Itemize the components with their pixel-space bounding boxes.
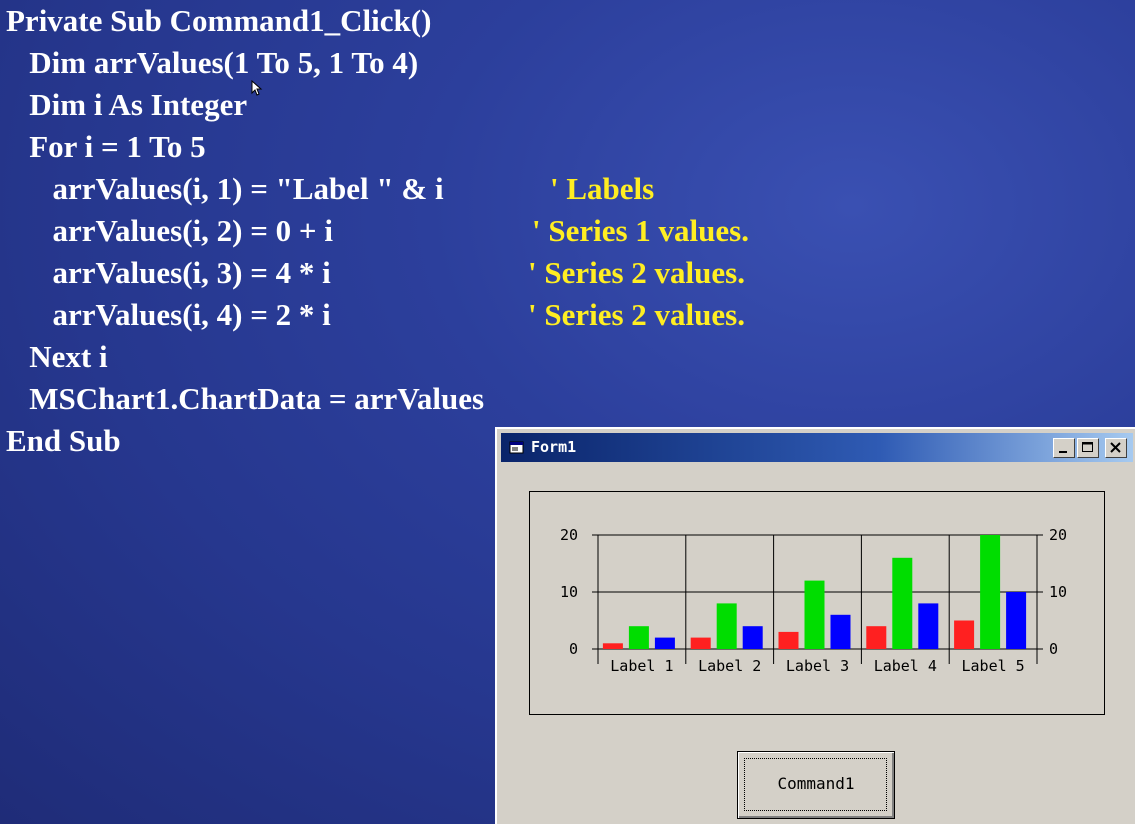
code-text: arrValues(i, 3) = 4 * i xyxy=(6,255,331,290)
form-window: Form1 0 0 10 10 20 20 Label 1 Label 2 Label 3 Lab… xyxy=(495,427,1135,824)
bar xyxy=(830,614,851,649)
form-title: Form1 xyxy=(531,438,577,456)
y-tick-label-right: 0 xyxy=(1049,640,1058,658)
code-line: For i = 1 To 5 xyxy=(6,126,205,168)
code-comment: ' Series 2 values. xyxy=(528,297,745,332)
x-tick-label: Label 1 xyxy=(610,657,673,675)
mouse-cursor-icon xyxy=(251,80,263,96)
code-text: Private Sub Command1_Click() xyxy=(6,3,432,38)
code-line: Dim arrValues(1 To 5, 1 To 4) xyxy=(6,42,418,84)
bar xyxy=(918,603,939,649)
code-text: arrValues(i, 1) = "Label " & i xyxy=(6,171,444,206)
close-icon xyxy=(1110,442,1121,453)
y-tick-label-left: 10 xyxy=(560,583,578,601)
x-tick-label: Label 2 xyxy=(698,657,761,675)
title-bar[interactable]: Form1 xyxy=(501,433,1133,462)
bar xyxy=(866,626,887,649)
bar xyxy=(980,535,1001,649)
code-text: Dim arrValues(1 To 5, 1 To 4) xyxy=(6,45,419,80)
bar xyxy=(628,626,649,649)
code-line: MSChart1.ChartData = arrValues xyxy=(6,378,484,420)
code-line: Dim i As Integer xyxy=(6,84,247,126)
close-button[interactable] xyxy=(1105,438,1127,458)
code-text: Next i xyxy=(6,339,108,374)
bar xyxy=(778,631,799,649)
maximize-icon xyxy=(1082,442,1093,452)
bar xyxy=(954,620,975,649)
code-line: End Sub xyxy=(6,420,121,462)
code-line: arrValues(i, 3) = 4 * i ' Series 2 value… xyxy=(6,252,746,294)
command1-label: Command1 xyxy=(777,774,855,793)
y-tick-label-right: 20 xyxy=(1049,526,1067,544)
code-text: For i = 1 To 5 xyxy=(6,129,206,164)
code-comment: ' Labels xyxy=(550,171,655,206)
bar-chart: 0 0 10 10 20 20 Label 1 Label 2 Label 3 Label 4 La… xyxy=(560,526,1067,675)
command1-button[interactable]: Command1 xyxy=(737,751,895,819)
code-line: Private Sub Command1_Click() xyxy=(6,0,431,42)
bar xyxy=(602,643,623,649)
bar xyxy=(716,603,737,649)
x-tick-label: Label 3 xyxy=(786,657,849,675)
x-tick-label: Label 4 xyxy=(874,657,937,675)
code-line: arrValues(i, 4) = 2 * i ' Series 2 value… xyxy=(6,294,746,336)
x-tick-label: Label 5 xyxy=(961,657,1024,675)
mschart[interactable]: 0 0 10 10 20 20 Label 1 Label 2 Label 3 Label 4 La… xyxy=(529,491,1105,715)
minimize-icon xyxy=(1059,451,1067,453)
code-text: arrValues(i, 2) = 0 + i xyxy=(6,213,333,248)
maximize-button[interactable] xyxy=(1077,438,1099,458)
bar xyxy=(690,637,711,649)
bar xyxy=(804,580,825,649)
code-comment: ' Series 1 values. xyxy=(532,213,749,248)
form-icon xyxy=(509,441,524,454)
bar xyxy=(654,637,675,649)
code-line: Next i xyxy=(6,336,107,378)
y-tick-label-left: 20 xyxy=(560,526,578,544)
bar xyxy=(1006,592,1027,649)
minimize-button[interactable] xyxy=(1053,438,1075,458)
code-comment: ' Series 2 values. xyxy=(528,255,745,290)
bar xyxy=(892,557,913,649)
y-tick-label-right: 10 xyxy=(1049,583,1067,601)
code-line: arrValues(i, 2) = 0 + i ' Series 1 value… xyxy=(6,210,750,252)
code-text: MSChart1.ChartData = arrValues xyxy=(6,381,485,416)
code-line: arrValues(i, 1) = "Label " & i ' Labels xyxy=(6,168,655,210)
code-text: End Sub xyxy=(6,423,121,458)
bar xyxy=(742,626,763,649)
code-text: arrValues(i, 4) = 2 * i xyxy=(6,297,331,332)
code-text: Dim i As Integer xyxy=(6,87,248,122)
y-tick-label-left: 0 xyxy=(569,640,578,658)
